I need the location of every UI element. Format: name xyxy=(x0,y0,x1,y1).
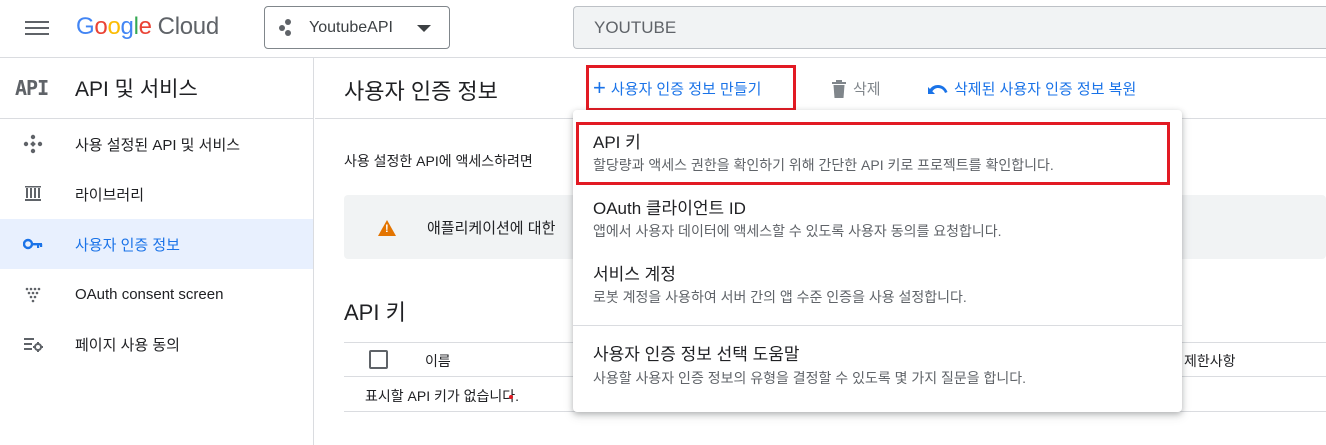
credentials-description: 사용 설정한 API에 액세스하려면 xyxy=(344,153,533,169)
column-restrictions-header[interactable]: 제한사항 xyxy=(1184,351,1236,371)
warning-icon xyxy=(378,220,396,236)
key-icon xyxy=(0,238,75,250)
delete-button[interactable]: 삭제 xyxy=(832,78,881,99)
sidebar-item-label: 페이지 사용 동의 xyxy=(75,336,180,354)
menu-icon[interactable] xyxy=(25,18,49,38)
page-title: 사용자 인증 정보 xyxy=(344,79,498,104)
plus-icon: + xyxy=(593,75,606,100)
menu-item-oauth-client-id[interactable]: OAuth 클라이언트 ID 앱에서 사용자 데이터에 액세스할 수 있도록 사… xyxy=(573,186,1182,252)
warning-text: 애플리케이션에 대한 xyxy=(427,220,556,237)
cursor-marker xyxy=(509,395,513,399)
consent-icon xyxy=(0,285,75,303)
sidebar-item-enabled-apis[interactable]: 사용 설정된 API 및 서비스 xyxy=(0,119,313,169)
sidebar-item-credentials[interactable]: 사용자 인증 정보 xyxy=(0,219,313,269)
api-keys-section-title: API 키 xyxy=(344,300,406,325)
menu-item-title: 서비스 계정 xyxy=(593,265,676,284)
select-all-checkbox[interactable] xyxy=(369,350,388,369)
logo-cloud: Cloud xyxy=(157,13,220,40)
sidebar-item-label: OAuth consent screen xyxy=(75,285,224,303)
sidebar-item-page-usage-agreements[interactable]: 페이지 사용 동의 xyxy=(0,319,313,369)
sidebar-item-label: 사용자 인증 정보 xyxy=(75,236,180,254)
sidebar-item-library[interactable]: 라이브러리 xyxy=(0,169,313,219)
menu-item-description: 앱에서 사용자 데이터에 액세스할 수 있도록 사용자 동의를 요청합니다. xyxy=(593,223,1002,239)
project-dots-icon xyxy=(279,18,297,37)
api-key-highlight-box xyxy=(576,122,1170,185)
create-credentials-button[interactable]: + 사용자 인증 정보 만들기 xyxy=(586,65,796,111)
sidebar-item-label: 사용 설정된 API 및 서비스 xyxy=(75,136,241,154)
create-credentials-menu: API 키 할당량과 액세스 권한을 확인하기 위해 간단한 API 키로 프로… xyxy=(573,110,1182,412)
empty-table-message: 표시할 API 키가 없습니다. xyxy=(365,388,520,404)
project-selector[interactable]: YoutubeAPI xyxy=(264,6,450,49)
google-cloud-logo[interactable]: Google Cloud xyxy=(76,13,219,41)
sidebar-item-oauth-consent[interactable]: OAuth consent screen xyxy=(0,269,313,319)
menu-item-description: 사용할 사용자 인증 정보의 유형을 결정할 수 있도록 몇 가지 질문을 합니… xyxy=(593,370,1027,386)
sidebar-header: API API 및 서비스 xyxy=(0,58,313,119)
column-name-header[interactable]: 이름 xyxy=(425,351,451,371)
search-bar[interactable] xyxy=(573,6,1326,49)
restore-deleted-credentials-button[interactable]: 삭제된 사용자 인증 정보 복원 xyxy=(928,78,1136,99)
api-badge-icon: API xyxy=(15,76,49,100)
sidebar-title: API 및 서비스 xyxy=(75,78,198,101)
diamond-dots-icon xyxy=(0,134,75,154)
menu-item-service-account[interactable]: 서비스 계정 로봇 계정을 사용하여 서버 간의 앱 수준 인증을 사용 설정합… xyxy=(573,252,1182,324)
sidebar-item-label: 라이브러리 xyxy=(75,186,145,204)
restore-label: 삭제된 사용자 인증 정보 복원 xyxy=(954,81,1137,98)
library-icon xyxy=(0,185,75,203)
menu-item-title: 사용자 인증 정보 선택 도움말 xyxy=(593,345,800,364)
sidebar: API API 및 서비스 사용 설정된 API 및 서비스 라이브러리 사용자… xyxy=(0,58,314,445)
caret-down-icon xyxy=(417,25,431,32)
project-name: YoutubeAPI xyxy=(309,18,393,36)
delete-label: 삭제 xyxy=(853,81,881,98)
menu-item-description: 로봇 계정을 사용하여 서버 간의 앱 수준 인증을 사용 설정합니다. xyxy=(593,289,967,305)
menu-item-help-me-choose[interactable]: 사용자 인증 정보 선택 도움말 사용할 사용자 인증 정보의 유형을 결정할 … xyxy=(573,326,1182,412)
undo-icon xyxy=(928,84,948,94)
menu-item-title: OAuth 클라이언트 ID xyxy=(593,199,746,218)
search-input[interactable] xyxy=(574,7,1326,49)
trash-icon xyxy=(832,79,846,98)
settings-list-icon xyxy=(0,335,75,353)
top-bar: Google Cloud YoutubeAPI xyxy=(0,0,1326,58)
create-credentials-label: 사용자 인증 정보 만들기 xyxy=(610,80,762,98)
logo-google: Google xyxy=(76,13,152,40)
